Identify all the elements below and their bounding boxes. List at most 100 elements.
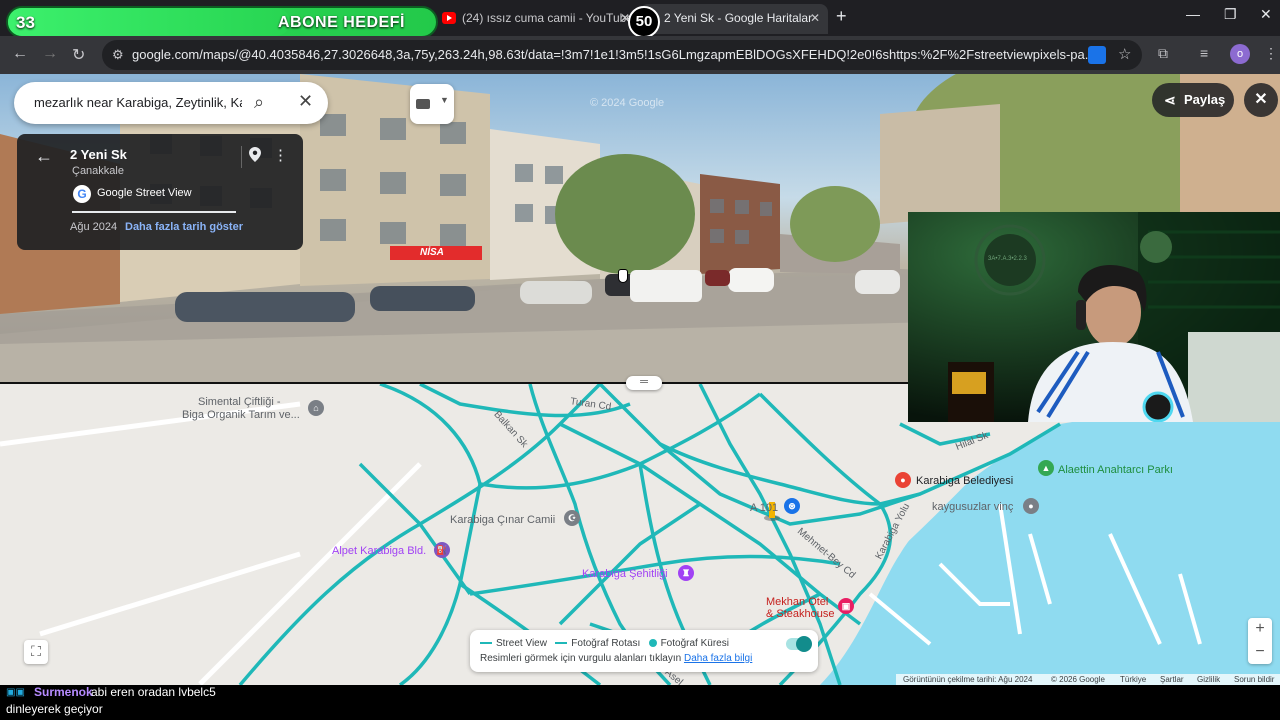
controls-dropdown-button[interactable]: ▼ <box>410 84 454 124</box>
place-title: 2 Yeni Sk <box>70 147 127 162</box>
map-label-a101[interactable]: A 101 <box>750 502 778 514</box>
street-view-layer-toggle[interactable] <box>786 636 812 652</box>
extensions-icon[interactable]: ⧉ <box>1158 45 1168 62</box>
zoom-out-button[interactable]: − <box>1248 641 1272 664</box>
tab-title: 2 Yeni Sk - Google Haritalar <box>664 11 813 25</box>
back-arrow-icon[interactable]: ← <box>35 146 53 167</box>
zoom-in-button[interactable]: + <box>1248 618 1272 641</box>
share-icon: ⋖ <box>1164 92 1176 108</box>
webcam-image <box>908 212 1280 422</box>
hotel-icon[interactable]: ▣ <box>838 598 854 614</box>
chat-message-line1: abi eren oradan lvbelc5 <box>91 685 216 699</box>
stream-chat-overlay: ▣▣ Surmenok abi eren oradan lvbelc5 dinl… <box>0 685 1280 720</box>
footer-terms[interactable]: Şartlar <box>1160 675 1184 684</box>
tab-title: (24) ıssız cuma camii - YouTube <box>462 11 633 25</box>
search-box[interactable]: mezarlık near Karabiga, Zeytinlik, Karab… <box>14 82 328 124</box>
share-button[interactable]: ⋖ Paylaş <box>1152 83 1234 117</box>
chevron-down-icon: ▼ <box>440 95 449 105</box>
close-tab-icon[interactable]: ✕ <box>810 4 820 32</box>
mosque-icon[interactable]: ☪ <box>564 510 580 526</box>
address-bar[interactable]: ⚙ google.com/maps/@40.4035846,27.3026648… <box>102 40 1142 70</box>
map-label-kaygusuzlar[interactable]: kaygusuzlar vinç <box>932 501 1013 513</box>
map-label-karabiga-belediyesi[interactable]: Karabiga Belediyesi <box>916 475 1013 487</box>
divider <box>241 146 242 168</box>
media-icon[interactable]: ≡ <box>1200 45 1208 61</box>
new-tab-icon[interactable]: + <box>836 6 847 27</box>
wall-logo-text: 3A•7.A.3•2.2.3 <box>988 256 1027 262</box>
cast-icon[interactable] <box>1088 46 1106 64</box>
park-icon[interactable]: ▲ <box>1038 460 1054 476</box>
map-label-biga-organik[interactable]: Biga Organik Tarım ve... <box>182 409 300 421</box>
legend-photo-route: Fotoğraf Rotası <box>571 638 641 649</box>
street-view-info-card: ← 2 Yeni Sk Çanakkale ⋮ G Google Street … <box>17 134 303 250</box>
map-label-mekhan-otel[interactable]: Mekhan Otel <box>766 596 828 608</box>
site-settings-icon[interactable]: ⚙ <box>112 47 124 63</box>
subscriber-goal-label: ABONE HEDEFİ <box>278 14 405 31</box>
window-close-icon[interactable]: ✕ <box>1260 6 1272 23</box>
map-label-sehitligi[interactable]: Karabiga Şehitliği <box>582 568 668 580</box>
map-label-alaettin-parki[interactable]: Alaettin Anahtarcı Parkı <box>1058 464 1173 476</box>
street-view-line-icon <box>480 642 492 645</box>
svg-text:© 2024 Google: © 2024 Google <box>590 97 664 109</box>
footer-copyright: © 2026 Google <box>1051 675 1105 684</box>
split-drag-handle[interactable]: ═ <box>626 376 662 390</box>
shop-sign-text: NİSA <box>420 247 444 258</box>
location-pin-icon[interactable] <box>249 147 261 162</box>
google-logo-icon: G <box>73 185 91 203</box>
photo-sphere-icon <box>648 639 657 648</box>
provider-label: Google Street View <box>97 187 192 199</box>
tab-google-maps[interactable]: 2 Yeni Sk - Google Haritalar ✕ <box>640 4 828 34</box>
forward-icon[interactable]: → <box>42 45 58 63</box>
profile-avatar[interactable]: o <box>1230 44 1250 64</box>
keyboard-icon <box>416 99 430 109</box>
chat-username: Surmenok <box>34 685 93 699</box>
photo-route-icon <box>555 642 568 645</box>
map-label-simental[interactable]: Simental Çiftliği - <box>198 396 281 408</box>
map-label-cinar-camii[interactable]: Karabiga Çınar Camii <box>450 514 555 526</box>
search-input[interactable]: mezarlık near Karabiga, Zeytinlik, Karab… <box>34 95 242 110</box>
minimize-icon[interactable]: — <box>1186 6 1200 22</box>
more-dates-link[interactable]: Daha fazla tarih göster <box>125 221 243 233</box>
webcam-overlay: 3A•7.A.3•2.2.3 <box>908 212 1280 422</box>
menu-icon[interactable]: ⋮ <box>1264 45 1278 62</box>
fuel-station-icon[interactable]: ⛽ <box>434 542 450 558</box>
shopping-cart-icon[interactable]: ⊛ <box>784 498 800 514</box>
subscriber-goal-target: 50 <box>628 6 660 38</box>
city-hall-icon[interactable]: ● <box>895 472 911 488</box>
chat-message-line2: dinleyerek geçiyor <box>6 702 103 716</box>
clear-search-icon[interactable]: ✕ <box>298 91 313 112</box>
footer-privacy[interactable]: Gizlilik <box>1197 675 1220 684</box>
fullscreen-icon[interactable]: ⛶ <box>24 640 48 664</box>
youtube-icon <box>442 12 456 24</box>
maximize-icon[interactable]: ❐ <box>1224 6 1237 23</box>
chat-badge-icon: ▣▣ <box>6 687 25 698</box>
memorial-icon[interactable]: ♜ <box>678 565 694 581</box>
map-label-alpet[interactable]: Alpet Karabiga Bld. <box>332 545 426 557</box>
place-subtitle: Çanakkale <box>72 165 124 177</box>
reload-icon[interactable]: ↻ <box>72 45 85 65</box>
back-icon[interactable]: ← <box>12 45 28 63</box>
url-text[interactable]: google.com/maps/@40.4035846,27.3026648,3… <box>132 47 1092 62</box>
footer-country[interactable]: Türkiye <box>1120 675 1146 684</box>
map-label-steakhouse[interactable]: & Steakhouse <box>766 608 835 620</box>
subscriber-goal-bar: 33 ABONE HEDEFİ <box>6 6 438 38</box>
screen: (24) ıssız cuma camii - YouTube ✕ 2 Yeni… <box>0 0 1280 720</box>
more-options-icon[interactable]: ⋮ <box>273 146 288 164</box>
provider-underline <box>72 211 236 213</box>
footer-capture-date: Görüntünün çekilme tarihi: Ağu 2024 <box>903 675 1033 684</box>
footer-report[interactable]: Sorun bildir <box>1234 675 1274 684</box>
bookmark-star-icon[interactable]: ☆ <box>1118 45 1131 63</box>
building-icon[interactable]: ⌂ <box>308 400 324 416</box>
subscriber-count: 33 <box>16 13 35 32</box>
legend-more-info-link[interactable]: Daha fazla bilgi <box>684 653 752 664</box>
tab-youtube[interactable]: (24) ıssız cuma camii - YouTube ✕ <box>438 4 638 34</box>
close-street-view-button[interactable]: ✕ <box>1244 83 1278 117</box>
business-icon[interactable]: ● <box>1023 498 1039 514</box>
search-icon[interactable]: ⌕ <box>254 92 264 113</box>
legend-photo-sphere: Fotoğraf Küresi <box>660 638 729 649</box>
street-view-legend: Street View Fotoğraf Rotası Fotoğraf Kür… <box>470 630 818 672</box>
legend-street-view: Street View <box>496 638 547 649</box>
browser-toolbar: ← → ↻ ⚙ google.com/maps/@40.4035846,27.3… <box>0 36 1280 74</box>
cursor-icon <box>618 269 628 283</box>
legend-hint: Resimleri görmek için vurgulu alanları t… <box>480 653 682 664</box>
